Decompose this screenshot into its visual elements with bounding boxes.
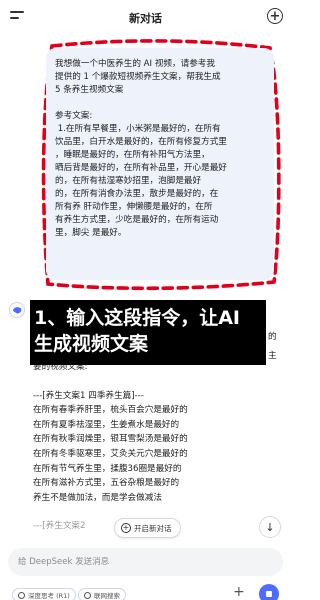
top-bar: 新对话 + [0,0,291,34]
message-line: 的，在所有消食办法里，散步是最好的，在 [55,189,219,199]
response-line: 在所有夏季祛湿里，生姜煮水是最好的 [33,419,180,430]
plus-circle-icon: + [121,523,131,533]
message-line: ，睡眠是最好的，在所有补阳气方法里， [55,150,210,160]
response-text-fragment: 主 [268,351,277,361]
attach-plus-icon[interactable]: + [233,585,245,599]
message-line: 饮品里，白开水是最好的，在所有修复方式里 [55,137,227,147]
new-chat-icon[interactable]: + [267,8,283,24]
deepseek-avatar-icon [9,302,25,318]
message-line: 所有养 肝动作里，伸懒腰是最好的，在所 [55,202,213,212]
web-search-label: 联网搜索 [94,592,120,600]
arrow-down-icon: ↓ [265,520,275,534]
page-title: 新对话 [129,12,162,25]
user-message: 我想做一个中医养生的 AI 视频，请参考我 提供的 1 个爆款短视频养生文案，帮… [38,38,282,293]
assistant-response: 要的视频文案: ---[养生文案1 四季养生篇]--- 在所有春季养肝里，梳头百… [33,360,273,534]
message-line: 有养生方式里，少吃是最好的，在所有运动 [55,215,219,225]
message-line: 我想做一个中医养生的 AI 视频，请参考我 [55,59,215,69]
user-message-bubble: 我想做一个中医养生的 AI 视频，请参考我 提供的 1 个爆款短视频养生文案，帮… [46,48,274,280]
send-button[interactable] [259,584,279,600]
message-line: 参考文案: [55,111,93,121]
globe-icon [84,591,91,599]
message-input-container[interactable] [8,548,283,576]
input-toolbar: 深度思考 (R1) 联网搜索 + [0,582,291,600]
banner-line: 生成视频文案 [34,333,149,355]
message-line: 提供的 1 个爆款短视频养生文案，帮我生成 [55,72,221,82]
response-line: 在所有节气养生里，揉腹36圈是最好的 [33,463,182,474]
atom-icon [18,591,25,599]
response-heading: ---[养生文案1 四季养生篇]--- [33,390,144,401]
message-line: 晒后背是最好的，在所有补品里，开心是最好 [55,163,227,173]
response-line: 在所有秋季润燥里，银耳雪梨汤是最好的 [33,434,188,445]
message-line: 里，脚尖 是最好。 [55,228,127,238]
banner-line: 1、输入这段指令，让AI [34,307,240,329]
message-line: 的，在所有祛湿寒妙招里，泡脚是最好 [55,176,202,186]
message-input[interactable] [18,557,273,567]
new-conversation-label: 开启新对话 [134,523,172,533]
send-icon [266,591,272,597]
response-line: 在所有冬季驱寒里，艾灸关元穴是最好的 [33,448,188,459]
deep-think-label: 深度思考 (R1) [28,592,70,600]
response-line: 在所有滋补方式里，五谷杂粮是最好的 [33,478,180,489]
response-line: 在所有春季养肝里，梳头百会穴是最好的 [33,405,188,416]
message-line: 5 条养生视频文案 [55,85,124,95]
response-text-fragment: 的 [268,332,277,342]
instruction-banner: 1、输入这段指令，让AI 生成视频文案 [30,300,266,365]
new-conversation-button[interactable]: + 开启新对话 [114,518,181,538]
response-line: 养生不是做加法，而是学会做减法 [33,492,162,503]
message-line: 1.在所有早餐里，小米粥是最好的，在所有 [55,124,221,134]
web-search-toggle[interactable]: 联网搜索 [78,588,126,600]
deep-think-toggle[interactable]: 深度思考 (R1) [12,588,76,600]
scroll-to-bottom-button[interactable]: ↓ [259,516,281,538]
